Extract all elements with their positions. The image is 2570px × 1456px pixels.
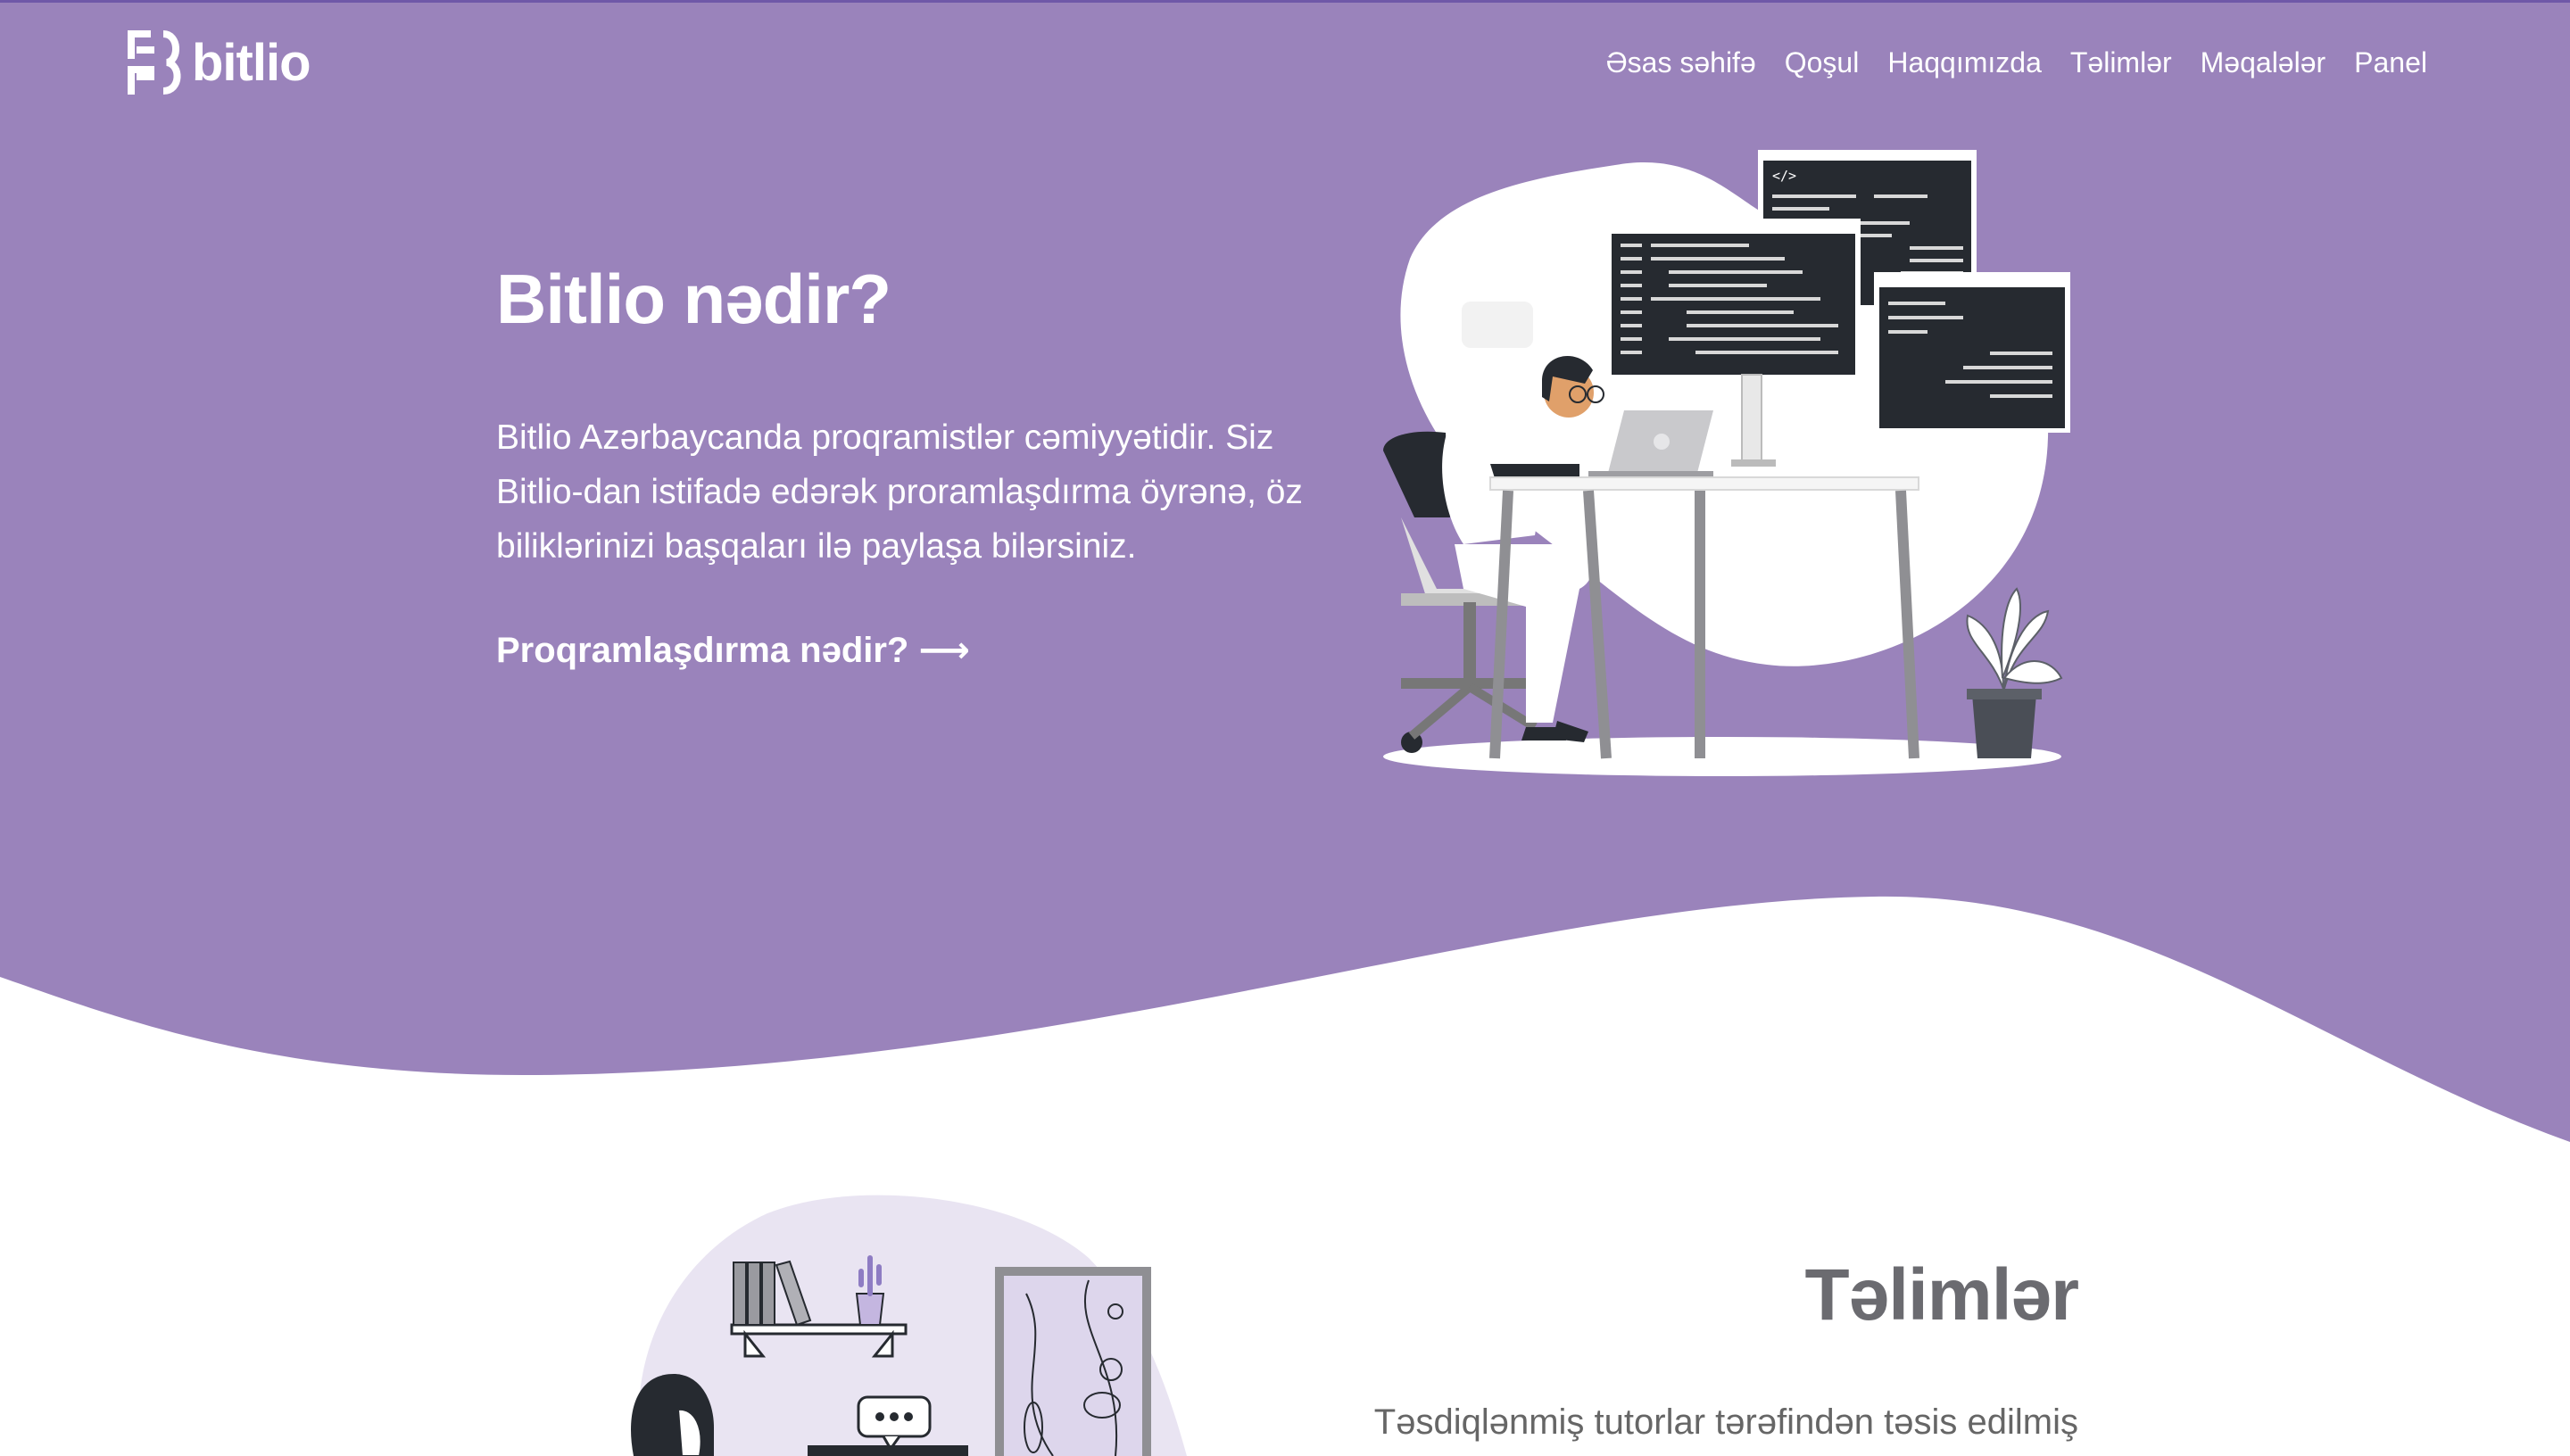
section-description: Təsdiqlənmiş tutorlar tərəfindən təsis e… bbox=[1373, 1402, 2078, 1442]
nav-articles[interactable]: Məqalələr bbox=[2201, 46, 2326, 79]
floor-shadow bbox=[1383, 737, 2061, 776]
framed-picture bbox=[995, 1267, 1151, 1456]
nav-trainings[interactable]: Təlimlər bbox=[2070, 46, 2172, 79]
hero-description: Bitlio Azərbaycanda proqramistlər cəmiyy… bbox=[496, 418, 1303, 566]
code-window-front bbox=[1606, 219, 1861, 379]
potted-plant bbox=[1966, 587, 2063, 758]
hero-title: Bitlio nədir? bbox=[496, 260, 891, 338]
main-menu: Əsas səhifə Qoşul Haqqımızda Təlimlər Mə… bbox=[1606, 46, 2427, 79]
section-title: Təlimlər bbox=[1804, 1254, 2079, 1336]
hero-background bbox=[0, 0, 2570, 1142]
code-window-right bbox=[1874, 272, 2070, 433]
brand-name: bitlio bbox=[192, 33, 311, 92]
nav-join[interactable]: Qoşul bbox=[1785, 46, 1860, 79]
developer-at-desk-illustration: </> bbox=[1383, 150, 2070, 776]
logo-link[interactable]: bitlio bbox=[128, 27, 311, 98]
programming-info-link[interactable]: Proqramlaşdırma nədir? ⟶ bbox=[496, 630, 970, 671]
bitlio-logo-icon bbox=[128, 30, 181, 95]
nav-about[interactable]: Haqqımızda bbox=[1887, 46, 2042, 79]
navbar: bitlio Əsas səhifə Qoşul Haqqımızda Təli… bbox=[0, 0, 2570, 134]
nav-panel[interactable]: Panel bbox=[2354, 46, 2427, 79]
svg-text:</>: </> bbox=[1772, 168, 1796, 184]
person-with-bookshelf-illustration bbox=[631, 1195, 1187, 1456]
nav-home[interactable]: Əsas səhifə bbox=[1606, 46, 1756, 79]
